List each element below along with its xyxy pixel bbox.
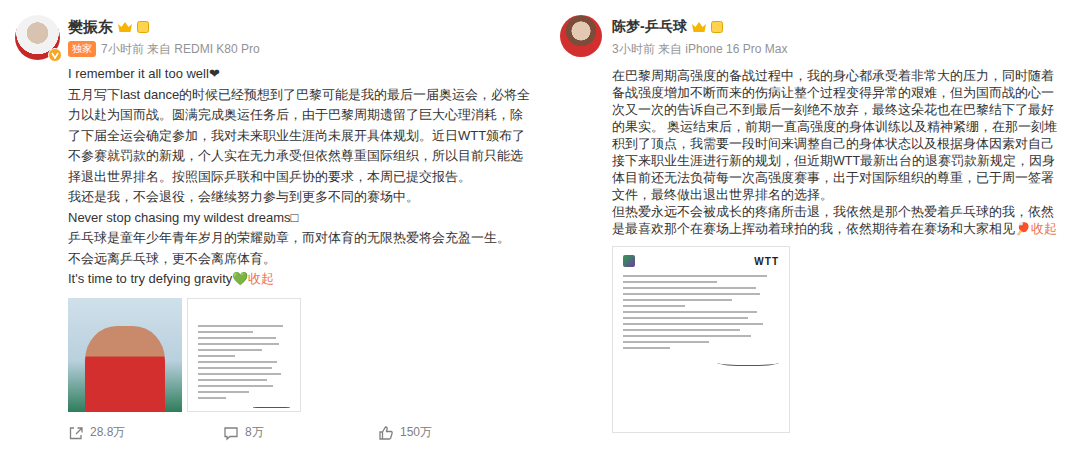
post-content: 陈梦-乒乓球 3小时前 来自 iPhone 16 Pro Max 在巴黎周期高强度的…: [612, 15, 1062, 470]
collapse-link[interactable]: 收起: [1031, 222, 1057, 236]
signature-icon: [717, 357, 779, 366]
document-line: [198, 361, 277, 363]
post-photo[interactable]: [68, 298, 182, 412]
share-icon: [68, 425, 84, 441]
document-line: [623, 347, 670, 349]
document-image[interactable]: WTT: [612, 246, 790, 433]
vip-crown-icon: [691, 21, 707, 33]
document-line: [623, 287, 756, 289]
verified-icon: [48, 48, 62, 62]
post-paragraph: It's time to try defying gravity💚收起: [68, 269, 533, 290]
meta-row: 3小时前 来自 iPhone 16 Pro Max: [612, 40, 1062, 58]
avatar[interactable]: [15, 15, 60, 60]
federation-emblem-icon: [623, 255, 635, 267]
document-line: [198, 355, 235, 357]
document-line: [198, 349, 262, 351]
post-paragraph: I remember it all too well❤: [68, 64, 533, 85]
document-line: [198, 373, 281, 375]
post-paragraph: 但热爱永远不会被成长的疼痛所击退，我依然是那个热爱着乒乓球的我，依然是最喜欢那个…: [612, 204, 1062, 238]
stat-count: 150万: [400, 424, 432, 441]
document-line: [623, 323, 763, 325]
page: 樊振东独家 7小时前 来自 REDMI K80 Pro I remember it …: [0, 0, 1080, 470]
document-line: [623, 341, 709, 343]
name-row: 陈梦-乒乓球: [612, 17, 1062, 37]
vip-level-icon: [137, 21, 149, 33]
document-header: [198, 307, 290, 317]
share-button[interactable]: 28.8万: [68, 422, 223, 444]
like-button[interactable]: 150万: [378, 422, 533, 444]
weibo-post: 樊振东独家 7小时前 来自 REDMI K80 Pro I remember it …: [0, 0, 545, 470]
document-line: [198, 397, 226, 399]
like-icon: [378, 425, 394, 441]
post-paragraph: 在巴黎周期高强度的备战过程中，我的身心都承受着非常大的压力，同时随着备战强度增加…: [612, 68, 1062, 204]
document-line: [198, 337, 276, 339]
document-line: [623, 275, 767, 277]
document-line: [198, 379, 267, 381]
post-paragraph: 五月写下last dance的时候已经预想到了巴黎可能是我的最后一届奥运会，必将…: [68, 85, 533, 188]
document-line: [623, 311, 757, 313]
person-photo: [85, 326, 165, 412]
image-row: [68, 298, 533, 412]
document-line: [198, 325, 283, 327]
comment-button[interactable]: 8万: [223, 422, 378, 444]
weibo-post: 陈梦-乒乓球 3小时前 来自 iPhone 16 Pro Max 在巴黎周期高强度的…: [545, 0, 1080, 470]
author-name[interactable]: 樊振东: [68, 18, 113, 37]
post-body: 在巴黎周期高强度的备战过程中，我的身心都承受着非常大的压力，同时随着备战强度增加…: [612, 68, 1062, 238]
post-meta: 7小时前 来自 REDMI K80 Pro: [101, 41, 260, 58]
vip-level-icon: [711, 21, 723, 33]
document-line: [198, 385, 273, 387]
document-line: [623, 335, 751, 337]
document-image[interactable]: [187, 298, 301, 412]
meta-row: 独家 7小时前 来自 REDMI K80 Pro: [68, 40, 533, 58]
document-line: [623, 329, 740, 331]
post-paragraph: 不会远离乒乓球，更不会离席体育。: [68, 249, 533, 270]
document-line: [623, 293, 760, 295]
document-line: [623, 299, 732, 301]
document-line: [623, 317, 748, 319]
document-header: WTT: [623, 255, 779, 267]
avatar-photo: [560, 15, 602, 57]
collapse-link[interactable]: 收起: [248, 271, 274, 286]
post-content: 樊振东独家 7小时前 来自 REDMI K80 Pro I remember it …: [68, 15, 533, 470]
stat-count: 8万: [245, 424, 264, 441]
post-paragraph: 我还是我，不会退役，会继续努力参与到更多不同的赛场中。: [68, 187, 533, 208]
exclusive-tag: 独家: [68, 41, 96, 57]
comment-icon: [223, 425, 239, 441]
document-line: [198, 391, 249, 393]
signature-icon: [253, 407, 290, 408]
document-line: [623, 305, 685, 307]
document-line: [198, 331, 253, 333]
post-meta: 3小时前 来自 iPhone 16 Pro Max: [612, 41, 787, 58]
name-row: 樊振东: [68, 17, 533, 37]
post-body: I remember it all too well❤五月写下last danc…: [68, 64, 533, 290]
document-line: [198, 367, 272, 369]
document-line: [623, 281, 717, 283]
action-bar: 28.8万 8万 150万: [68, 422, 533, 444]
document-line: [198, 343, 279, 345]
vip-crown-icon: [117, 21, 133, 33]
stat-count: 28.8万: [90, 424, 125, 441]
image-row: WTT: [612, 246, 1062, 433]
avatar[interactable]: [560, 15, 602, 57]
post-paragraph: 乒乓球是童年少年青年岁月的荣耀勋章，而对体育的无限热爱将会充盈一生。: [68, 228, 533, 249]
post-paragraph: Never stop chasing my wildest dreams□: [68, 208, 533, 229]
wtt-logo: WTT: [754, 256, 779, 267]
author-name[interactable]: 陈梦-乒乓球: [612, 18, 687, 36]
